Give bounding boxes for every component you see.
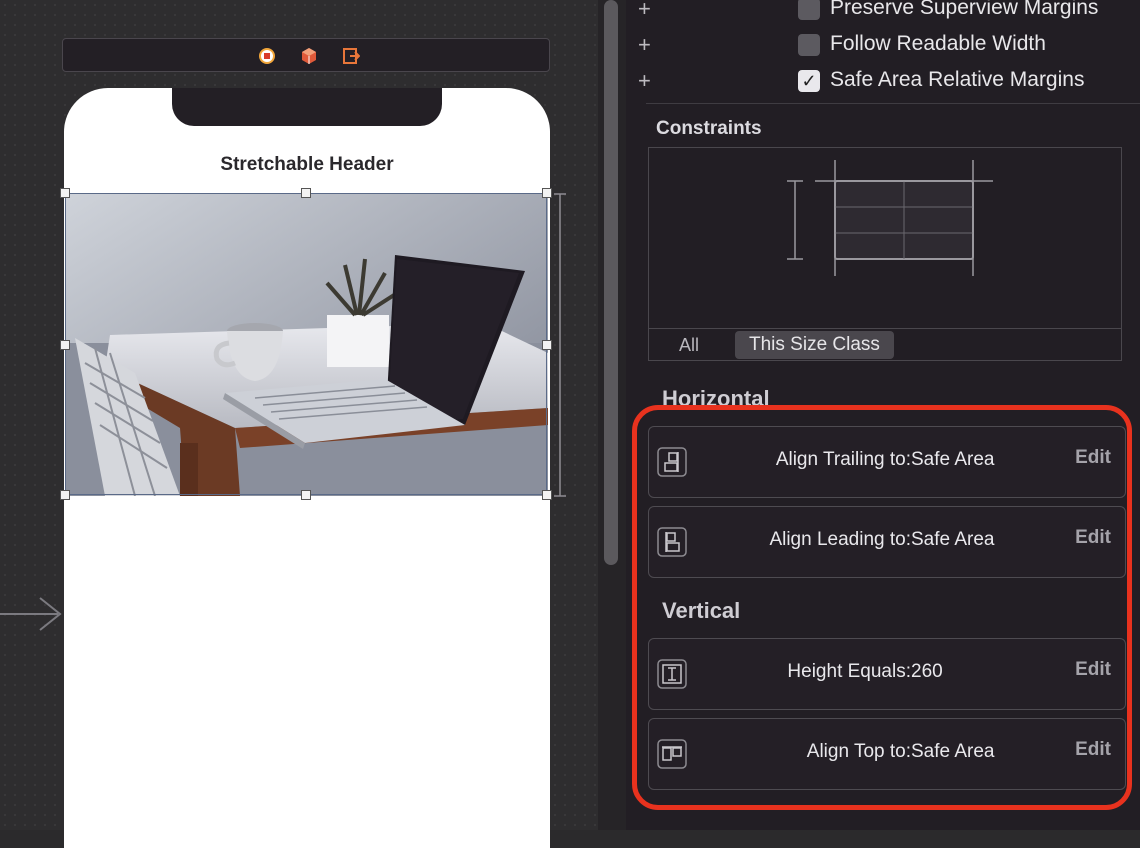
align-trailing-icon bbox=[657, 447, 687, 477]
checkbox-label: Safe Area Relative Margins bbox=[830, 68, 1085, 91]
resize-handle-right[interactable] bbox=[542, 340, 552, 350]
align-leading-icon bbox=[657, 527, 687, 557]
horizontal-section-title: Horizontal bbox=[662, 386, 770, 411]
entry-point-arrow-icon[interactable] bbox=[0, 596, 64, 632]
constraint-row-align-leading[interactable]: Align Leading to: Safe Area Edit bbox=[648, 506, 1126, 578]
divider bbox=[646, 103, 1140, 104]
checkbox-label: Preserve Superview Margins bbox=[830, 0, 1099, 19]
constraint-value: Safe Area bbox=[911, 449, 995, 470]
constraint-row-height-equals[interactable]: Height Equals: 260 Edit bbox=[648, 638, 1126, 710]
tab-all[interactable]: All bbox=[679, 335, 699, 356]
constraint-label: Height Equals: bbox=[787, 661, 911, 682]
resize-handle-top-right[interactable] bbox=[542, 188, 552, 198]
constraint-row-align-top[interactable]: Align Top to: Safe Area Edit bbox=[648, 718, 1126, 790]
safe-area-relative-margins-row: + ✓ Safe Area Relative Margins bbox=[626, 66, 1140, 100]
constraints-diagram-box: All This Size Class bbox=[648, 147, 1122, 361]
resize-handle-bottom-left[interactable] bbox=[60, 490, 70, 500]
add-variation-icon[interactable]: + bbox=[638, 32, 651, 58]
stop-circle-icon[interactable] bbox=[258, 47, 276, 65]
height-icon bbox=[657, 659, 687, 689]
constraints-section-title: Constraints bbox=[656, 118, 762, 139]
edit-constraint-button[interactable]: Edit bbox=[1075, 739, 1111, 761]
size-inspector: + Preserve Superview Margins + Follow Re… bbox=[626, 0, 1140, 830]
follow-readable-width-row: + Follow Readable Width bbox=[626, 30, 1140, 64]
resize-handle-bottom-right[interactable] bbox=[542, 490, 552, 500]
preserve-superview-margins-checkbox[interactable] bbox=[798, 0, 820, 20]
edit-constraint-button[interactable]: Edit bbox=[1075, 659, 1111, 681]
device-notch bbox=[172, 88, 442, 126]
constraint-value: 260 bbox=[911, 661, 943, 682]
tab-this-size-class[interactable]: This Size Class bbox=[735, 331, 894, 359]
cube-icon[interactable] bbox=[300, 47, 318, 65]
header-image-view[interactable] bbox=[65, 193, 548, 496]
constraint-value: Safe Area bbox=[911, 741, 995, 762]
checkbox-label: Follow Readable Width bbox=[830, 32, 1046, 55]
height-constraint-indicator[interactable] bbox=[552, 193, 566, 497]
add-variation-icon[interactable]: + bbox=[638, 68, 651, 94]
scene-dock bbox=[62, 38, 550, 72]
constraint-label: Align Trailing to: bbox=[775, 449, 911, 470]
laptop-on-desk-photo bbox=[65, 193, 548, 496]
navigation-title: Stretchable Header bbox=[220, 154, 394, 175]
canvas-scrollbar[interactable] bbox=[604, 0, 618, 565]
safe-area-relative-margins-checkbox[interactable]: ✓ bbox=[798, 70, 820, 92]
resize-handle-bottom[interactable] bbox=[301, 490, 311, 500]
constraint-value: Safe Area bbox=[911, 529, 995, 550]
follow-readable-width-checkbox[interactable] bbox=[798, 34, 820, 56]
edit-constraint-button[interactable]: Edit bbox=[1075, 527, 1111, 549]
storyboard-canvas[interactable]: Stretchable Header bbox=[0, 0, 598, 848]
resize-handle-top[interactable] bbox=[301, 188, 311, 198]
align-top-icon bbox=[657, 739, 687, 769]
constraint-row-align-trailing[interactable]: Align Trailing to: Safe Area Edit bbox=[648, 426, 1126, 498]
constraint-label: Align Leading to: bbox=[769, 529, 911, 550]
resize-handle-left[interactable] bbox=[60, 340, 70, 350]
size-class-tabs: All This Size Class bbox=[649, 328, 1121, 361]
resize-handle-top-left[interactable] bbox=[60, 188, 70, 198]
edit-constraint-button[interactable]: Edit bbox=[1075, 447, 1111, 469]
exit-icon[interactable] bbox=[342, 47, 360, 65]
add-variation-icon[interactable]: + bbox=[638, 0, 651, 22]
preserve-superview-margins-row: + Preserve Superview Margins bbox=[626, 0, 1140, 28]
constraints-diagram[interactable] bbox=[649, 148, 1121, 328]
constraint-label: Align Top to: bbox=[806, 741, 911, 762]
vertical-section-title: Vertical bbox=[662, 598, 741, 623]
